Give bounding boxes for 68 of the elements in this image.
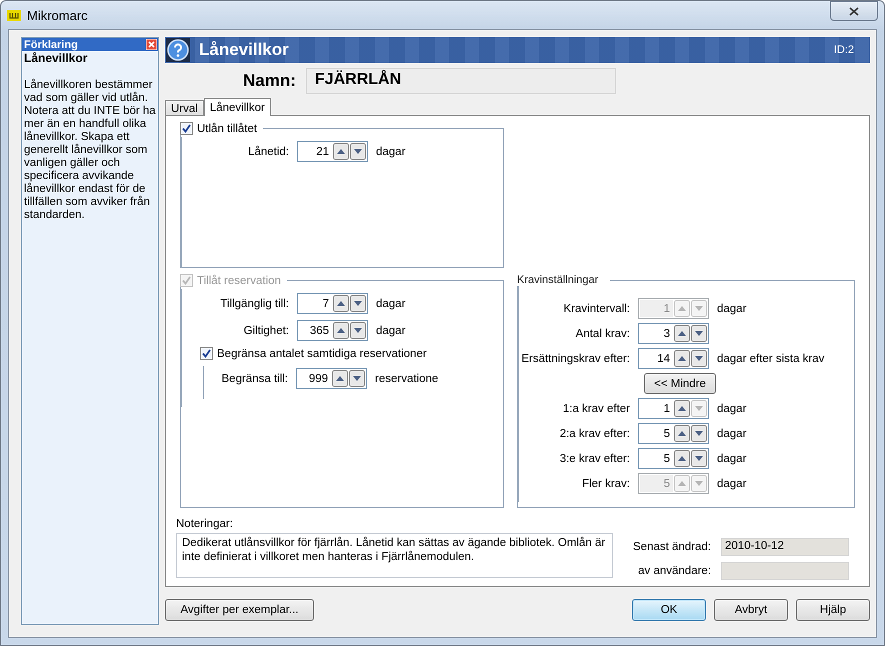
app-logo-icon [7, 10, 21, 20]
field-label: Kravintervall: [562, 302, 630, 314]
window-title: Mikromarc [27, 8, 88, 22]
spin-up-button[interactable] [674, 450, 690, 467]
field-label: Tillgänglig till: [219, 298, 289, 310]
unit-label: dagar [717, 478, 746, 490]
spin-up-button[interactable] [674, 400, 690, 417]
field-label: 3:e krav efter: [558, 452, 630, 464]
spin-down-button[interactable] [691, 425, 707, 442]
record-id: ID:2 [834, 44, 854, 56]
spin-field[interactable]: 5 [638, 448, 709, 469]
spin-up-button[interactable] [674, 425, 690, 442]
help-heading: Lånevillkor [23, 51, 88, 65]
unit-label: dagar [376, 146, 406, 158]
spin-up-button[interactable] [333, 143, 349, 160]
spin-field[interactable]: 1 [638, 398, 709, 419]
spin-field[interactable]: 21 [297, 141, 368, 162]
dialog-button[interactable]: Avgifter per exemplar... [165, 599, 314, 621]
unit-label: dagar [376, 298, 406, 310]
close-icon [849, 6, 859, 16]
checkbox-label: Tillåt reservation [197, 274, 281, 286]
unit-label: dagar [717, 428, 746, 440]
spin-up-button[interactable] [674, 325, 690, 342]
group-title: Kravinställningar [517, 274, 600, 286]
field-label: Senast ändrad: [633, 541, 712, 553]
spin-field[interactable]: 3 [638, 323, 709, 344]
header-title: Lånevillkor [199, 40, 289, 60]
close-button[interactable] [830, 1, 878, 21]
panel-title: Förklaring [24, 38, 78, 50]
dialog-button[interactable]: OK [632, 599, 706, 621]
spin-down-button[interactable] [350, 143, 366, 160]
spin-down-button[interactable] [691, 350, 707, 367]
field-label: Fler krav: [581, 478, 630, 490]
less-button[interactable]: << Mindre [644, 373, 716, 394]
notes-label: Noteringar: [176, 518, 234, 530]
spin-field[interactable]: 14 [638, 348, 709, 369]
field-label: 2:a krav efter: [558, 428, 630, 440]
unit-label: reservatione [375, 372, 438, 384]
name-field[interactable]: FJÄRRLÅN [306, 68, 616, 94]
unit-label: dagar [717, 302, 746, 314]
field-label: av användare: [638, 565, 712, 577]
spin-field[interactable]: 5 [638, 423, 709, 444]
field-label: Giltighet: [242, 324, 289, 336]
dialog-button[interactable]: Hjälp [796, 599, 870, 621]
field-label: Lånetid: [247, 146, 289, 158]
field-label: Antal krav: [574, 328, 630, 340]
spin-down-button[interactable] [691, 450, 707, 467]
name-label: Namn: [243, 71, 296, 91]
readonly-field: 2010-10-12 [721, 538, 850, 556]
unit-label: dagar [717, 452, 746, 464]
spin-up-button[interactable] [674, 350, 690, 367]
unit-label: dagar efter sista krav [717, 352, 824, 364]
unit-label: dagar [376, 324, 406, 336]
unit-label: dagar [717, 402, 746, 414]
field-label: 1:a krav efter [562, 402, 630, 414]
checkbox-label: Begränsa antalet samtidiga reservationer [217, 348, 427, 360]
help-icon[interactable] [166, 38, 190, 62]
field-label: Ersättningskrav efter: [520, 352, 630, 364]
field-label: Begränsa till: [220, 372, 288, 384]
checkbox-label: Utlån tillåtet [197, 122, 258, 134]
help-text: Lånevillkoren bestämmer vad som gäller vid utlån. Notera att du INTE bör ha mer än en handfull olika lånevillkor. Skapa ett generellt lånevillkor som vanligen gäller och specificera avvikande lånevillkor endast för de tillfällen som avviker från standarden. [23, 79, 157, 222]
close-icon[interactable] [146, 39, 157, 50]
tab[interactable]: Urval [165, 100, 204, 115]
notes-field[interactable]: Dedikerat utlånsvillkor för fjärrlån. Lånetid kan sättas av ägande bibliotek. Omlån är inte definierat i villkoret men hanteras i Fjärrlånemodulen. [176, 533, 613, 578]
checkbox[interactable] [180, 122, 193, 135]
spin-down-button[interactable] [691, 325, 707, 342]
dialog-button[interactable]: Avbryt [714, 599, 788, 621]
tab[interactable]: Lånevillkor [204, 98, 271, 116]
